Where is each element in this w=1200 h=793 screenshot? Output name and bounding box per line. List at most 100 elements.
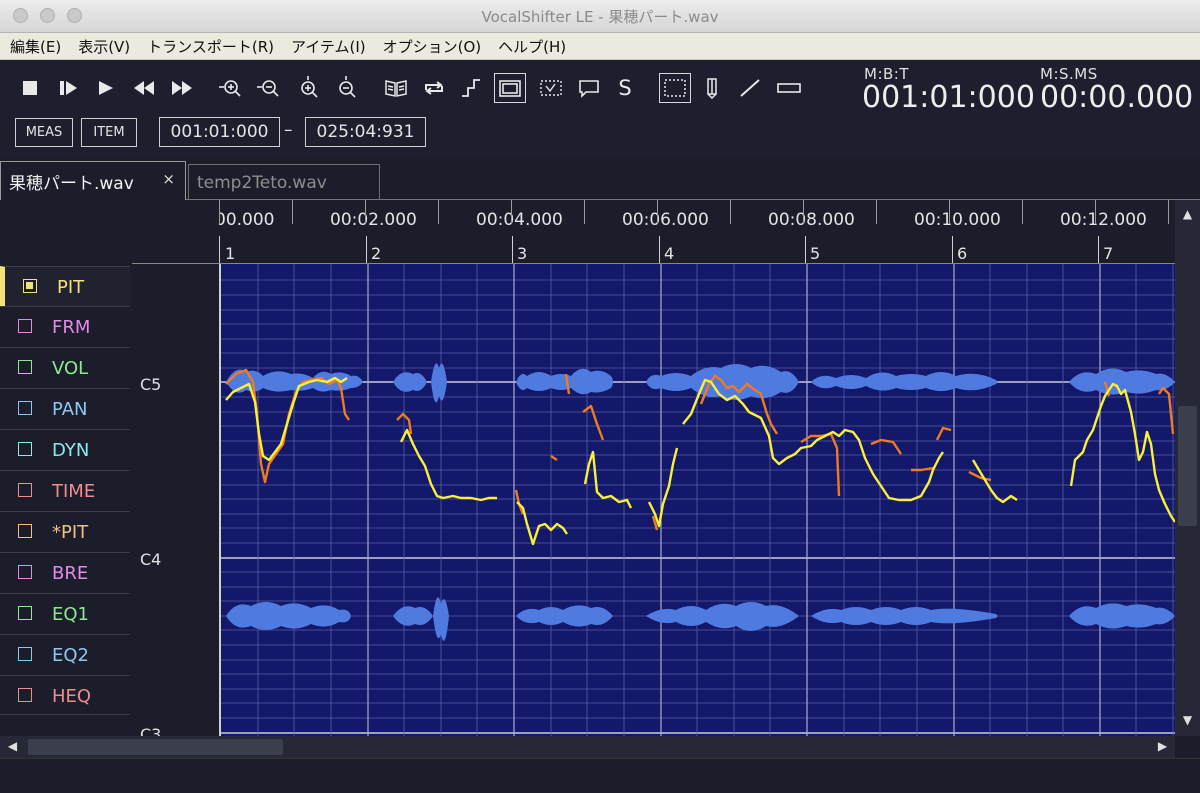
play-from-start-icon (60, 81, 77, 95)
checkbox-icon[interactable] (18, 524, 32, 538)
param-bre[interactable]: BRE (0, 552, 130, 592)
ruler-tick (584, 200, 585, 224)
pencil-button[interactable] (699, 73, 725, 103)
param-eq2[interactable]: EQ2 (0, 634, 130, 674)
vertical-scroll-thumb[interactable] (1178, 406, 1197, 526)
param-time[interactable]: TIME (0, 470, 130, 510)
checkbox-icon[interactable] (18, 401, 32, 415)
bar-number: 4 (664, 244, 675, 263)
tab-label: temp2Teto.wav (197, 172, 327, 193)
note-label-c4: C4 (140, 550, 162, 569)
menu-help[interactable]: ヘルプ(H) (498, 36, 566, 57)
line-button[interactable] (736, 73, 764, 103)
range-end-field[interactable]: 025:04:931 (305, 117, 426, 147)
tab-label: 果穂パート.wav (9, 173, 134, 194)
param-label: EQ2 (52, 645, 89, 666)
rectangle-button[interactable] (774, 73, 804, 103)
horizontal-scrollbar[interactable]: ◀ ▶ (0, 736, 1175, 758)
param-label: EQ1 (52, 604, 89, 625)
param-eq1[interactable]: EQ1 (0, 593, 130, 633)
step-button[interactable] (458, 73, 484, 103)
menu-options[interactable]: オプション(O) (383, 36, 482, 57)
param-frm[interactable]: FRM (0, 306, 130, 346)
book-icon (385, 80, 407, 97)
grid (221, 264, 1175, 736)
param-star-pit[interactable]: *PIT (0, 511, 130, 551)
s-tool-button[interactable]: S (611, 73, 639, 103)
parameter-sidebar: PIT FRM VOL PAN DYN TIME *PIT BRE EQ1 EQ… (0, 200, 132, 736)
bar-tick (659, 236, 660, 263)
zoom-in-horizontal-button[interactable] (218, 73, 244, 103)
comment-button[interactable] (574, 73, 604, 103)
checkbox-icon[interactable] (18, 483, 32, 497)
ruler-tick (219, 200, 220, 224)
ruler-time-label: 00.000 (219, 210, 275, 230)
zoom-out-horizontal-button[interactable] (256, 73, 282, 103)
rect-select-button[interactable] (659, 73, 691, 103)
checkbox-icon[interactable] (18, 647, 32, 661)
ruler-time-label: 00:10.000 (914, 210, 1001, 230)
scroll-left-icon[interactable]: ◀ (4, 738, 21, 755)
ruler-tick (511, 200, 512, 224)
scroll-right-icon[interactable]: ▶ (1154, 738, 1171, 755)
ruler-time-label: 00:04.000 (476, 210, 563, 230)
tab-temp2teto[interactable]: temp2Teto.wav (188, 164, 380, 200)
bar-number: 2 (371, 244, 382, 263)
zoom-out-horizontal-icon (257, 80, 279, 97)
checkbox-icon[interactable] (18, 319, 32, 333)
stop-button[interactable] (17, 73, 43, 103)
rect-select-icon (664, 79, 686, 97)
close-icon[interactable]: × (162, 170, 175, 188)
ruler-tick (438, 200, 439, 224)
zoom-in-vertical-button[interactable] (296, 73, 322, 103)
scroll-up-icon[interactable]: ▲ (1179, 206, 1196, 223)
lasso-select-icon (540, 80, 562, 96)
ruler-time-label: 00:06.000 (622, 210, 709, 230)
horizontal-scroll-thumb[interactable] (28, 739, 283, 755)
timeline-ruler[interactable]: 00.000 00:02.000 00:04.000 00:06.000 00:… (219, 200, 1175, 264)
item-button[interactable]: ITEM (81, 118, 137, 147)
param-vol[interactable]: VOL (0, 347, 130, 387)
param-heq[interactable]: HEQ (0, 675, 130, 715)
lasso-select-button[interactable] (536, 73, 566, 103)
param-dyn[interactable]: DYN (0, 429, 130, 469)
stop-icon (23, 81, 37, 95)
scroll-down-icon[interactable]: ▼ (1179, 712, 1196, 729)
ruler-tick (1095, 200, 1096, 224)
menu-transport[interactable]: トランスポート(R) (147, 36, 274, 57)
ruler-tick (1168, 200, 1169, 224)
range-start-field[interactable]: 001:01:000 (159, 117, 280, 147)
menu-edit[interactable]: 編集(E) (10, 36, 61, 57)
pencil-icon (707, 78, 717, 99)
checkbox-icon[interactable] (18, 442, 32, 456)
window-select-button[interactable] (494, 73, 526, 103)
play-button[interactable] (93, 73, 119, 103)
checkbox-icon[interactable] (18, 606, 32, 620)
checkbox-icon[interactable] (18, 360, 32, 374)
rewind-button[interactable] (131, 73, 157, 103)
menu-view[interactable]: 表示(V) (78, 36, 130, 57)
meas-button[interactable]: MEAS (15, 118, 73, 147)
mbt-counter: 001:01:000 (862, 80, 1035, 115)
pitch-editor-canvas[interactable] (219, 264, 1175, 736)
vertical-scrollbar[interactable]: ▲ ▼ (1175, 200, 1200, 736)
tab-karen-part[interactable]: 果穂パート.wav × (0, 161, 186, 200)
book-button[interactable] (383, 73, 409, 103)
checkbox-icon[interactable] (18, 688, 32, 702)
param-label: PAN (52, 399, 88, 420)
pitch-editor-svg (221, 264, 1175, 736)
zoom-out-vertical-button[interactable] (334, 73, 360, 103)
checkbox-icon[interactable] (23, 279, 37, 293)
checkbox-icon[interactable] (18, 565, 32, 579)
param-pit[interactable]: PIT (0, 266, 130, 306)
param-pan[interactable]: PAN (0, 388, 130, 428)
param-label: FRM (52, 317, 91, 338)
fast-forward-button[interactable] (169, 73, 195, 103)
line-icon (740, 79, 760, 97)
bar-number: 7 (1103, 244, 1114, 263)
menu-item[interactable]: アイテム(I) (291, 36, 366, 57)
loop-button[interactable] (421, 73, 447, 103)
param-label: PIT (57, 277, 85, 298)
ruler-tick (292, 200, 293, 224)
play-from-start-button[interactable] (55, 73, 81, 103)
